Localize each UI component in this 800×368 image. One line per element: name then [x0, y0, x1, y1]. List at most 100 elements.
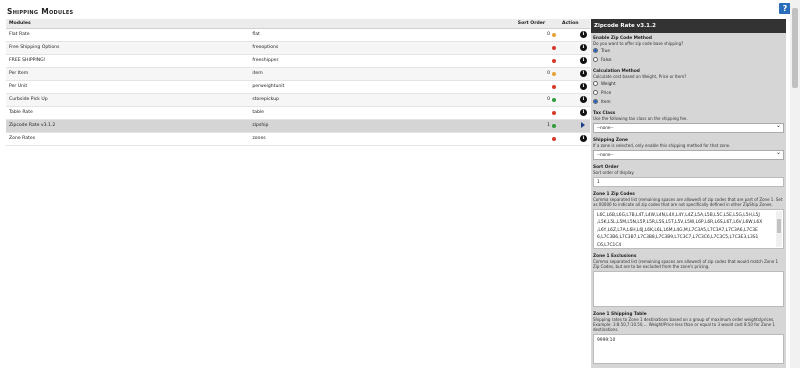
module-code: storepickup — [249, 93, 515, 107]
tax-class-select[interactable]: --none-- — [593, 122, 784, 133]
module-title: FREE SHIPPING! — [6, 54, 250, 68]
module-sort: 1 — [514, 119, 560, 133]
module-code: zones — [249, 132, 515, 146]
table-row[interactable]: Table Rate table i — [6, 106, 590, 120]
module-action[interactable]: i — [559, 41, 590, 55]
modules-table: Modules Sort Order Action Flat Rate flat 0… — [6, 19, 590, 146]
shipping-table-textarea[interactable]: 9999:10 — [593, 334, 784, 364]
info-icon[interactable]: i — [580, 83, 587, 90]
shipping-zone-select[interactable]: --none-- — [593, 149, 784, 160]
enable-radio-false[interactable]: False — [593, 55, 784, 64]
module-action[interactable]: i — [559, 93, 590, 107]
module-title: Per Unit — [6, 80, 250, 94]
zip-codes-scroll-thumb[interactable] — [777, 219, 781, 233]
zip-codes-scrollbar[interactable] — [776, 211, 782, 247]
module-sort — [514, 132, 560, 146]
sort-section: Sort Order Sort order of display. 1 — [591, 162, 786, 189]
header-code — [249, 19, 515, 29]
module-code: perweightunit — [249, 80, 515, 94]
module-action[interactable]: i — [559, 132, 590, 146]
module-action[interactable]: i — [559, 106, 590, 120]
status-dot-icon[interactable] — [552, 137, 557, 141]
status-dot-icon[interactable] — [552, 85, 557, 89]
page-scroll-thumb[interactable] — [792, 8, 798, 88]
radio-label: Price — [601, 90, 612, 95]
module-action[interactable]: i — [559, 28, 590, 42]
calc-radio-price[interactable]: Price — [593, 88, 784, 97]
module-code: freeshipper — [249, 54, 515, 68]
table-row[interactable]: Per Unit perweightunit i — [6, 80, 590, 94]
module-code: flat — [249, 28, 515, 42]
sort-desc: Sort order of display. — [593, 170, 635, 175]
tax-desc: Use the following tax class on the shipp… — [593, 116, 688, 121]
table-row[interactable]: Curbside Pick Up storepickup 0 i — [6, 93, 590, 107]
module-sort: 0 — [514, 93, 560, 107]
zone-section: Shipping Zone If a zone is selected, onl… — [591, 135, 786, 162]
module-sort — [514, 41, 560, 55]
sort-value: 1 — [547, 123, 551, 128]
header-action: Action — [559, 19, 590, 29]
status-dot-icon[interactable] — [552, 111, 557, 115]
radio-icon[interactable] — [593, 57, 598, 62]
radio-label: True — [601, 48, 610, 53]
table-row[interactable]: Zone Rates zones i — [6, 132, 590, 146]
header-modules: Modules — [6, 19, 250, 29]
status-dot-icon[interactable] — [552, 123, 557, 128]
zip-codes-line: C6,L7C1C4 — [597, 242, 622, 248]
radio-icon[interactable] — [593, 90, 598, 95]
zip-codes-line: 6,L7C3B6,L7C3B7,L7C3B8,L7C3B9,L7C3C7,L7C… — [597, 235, 759, 241]
zip-codes-line: ,L6Y,L6Z,L7A,L6H,L6J,L6K,L6L,L6M,L4G,M,L… — [597, 227, 758, 233]
status-dot-icon[interactable] — [552, 71, 557, 76]
info-icon[interactable]: i — [580, 96, 587, 103]
module-action[interactable]: i — [559, 80, 590, 94]
radio-icon[interactable] — [593, 81, 598, 86]
header-sort-order: Sort Order — [514, 19, 560, 29]
table-row[interactable]: Zipcode Rate v3.1.2 zipship 1 — [6, 119, 590, 133]
exclusions-textarea[interactable] — [593, 271, 784, 307]
status-dot-icon[interactable] — [552, 46, 557, 50]
module-action[interactable] — [559, 119, 590, 133]
module-title: Free Shipping Options — [6, 41, 250, 55]
info-icon[interactable]: i — [580, 57, 587, 64]
enable-radio-true[interactable]: True — [593, 46, 784, 55]
page-scrollbar[interactable] — [790, 0, 800, 368]
module-code: zipship — [249, 119, 515, 133]
enable-section: Enable Zip Code Method Do you want to of… — [591, 33, 786, 66]
info-icon[interactable]: i — [580, 44, 587, 51]
module-sort — [514, 106, 560, 120]
radio-label: Weight — [601, 81, 616, 86]
radio-icon[interactable] — [593, 48, 598, 53]
module-action[interactable]: i — [559, 54, 590, 68]
zip-codes-textarea[interactable]: L6C,L6B,L6G,L7B,L4T,L4W,L4N,L4X,L4Y,L4Z,… — [593, 209, 784, 249]
table-row[interactable]: Per Item item 0 i — [6, 67, 590, 81]
info-icon[interactable]: i — [580, 70, 587, 77]
module-title: Flat Rate — [6, 28, 250, 42]
status-dot-icon[interactable] — [552, 59, 557, 63]
zone-desc: If a zone is selected, only enable this … — [593, 143, 731, 148]
table-header-row: Modules Sort Order Action — [6, 19, 590, 29]
status-dot-icon[interactable] — [552, 97, 557, 102]
module-title: Table Rate — [6, 106, 250, 120]
module-title: Curbside Pick Up — [6, 93, 250, 107]
table-row[interactable]: FREE SHIPPING! freeshipper i — [6, 54, 590, 68]
info-icon[interactable]: i — [580, 135, 587, 142]
calc-radio-item[interactable]: Item — [593, 97, 784, 106]
sort-order-input[interactable]: 1 — [593, 177, 784, 187]
calc-radio-weight[interactable]: Weight — [593, 79, 784, 88]
module-title: Per Item — [6, 67, 250, 81]
zips-section: Zone 1 Zip Codes Comma separated list (r… — [591, 189, 786, 251]
table-row[interactable]: Flat Rate flat 0 i — [6, 28, 590, 42]
module-sort: 0 — [514, 28, 560, 42]
module-title: Zipcode Rate v3.1.2 — [6, 119, 250, 133]
zip-codes-line: L6C,L6B,L6G,L7B,L4T,L4W,L4N,L4X,L4Y,L4Z,… — [597, 213, 760, 218]
zips-desc: Comma separated list (remaining spaces a… — [593, 197, 783, 207]
status-dot-icon[interactable] — [552, 32, 557, 37]
radio-icon[interactable] — [593, 99, 598, 104]
info-icon[interactable]: i — [580, 109, 587, 116]
module-action[interactable]: i — [559, 67, 590, 81]
sort-value: 0 — [547, 71, 551, 76]
info-icon[interactable]: i — [580, 31, 587, 38]
tax-section: Tax Class Use the following tax class on… — [591, 108, 786, 135]
table-row[interactable]: Free Shipping Options freeoptions i — [6, 41, 590, 55]
panel-title: Zipcode Rate v3.1.2 — [591, 19, 786, 33]
